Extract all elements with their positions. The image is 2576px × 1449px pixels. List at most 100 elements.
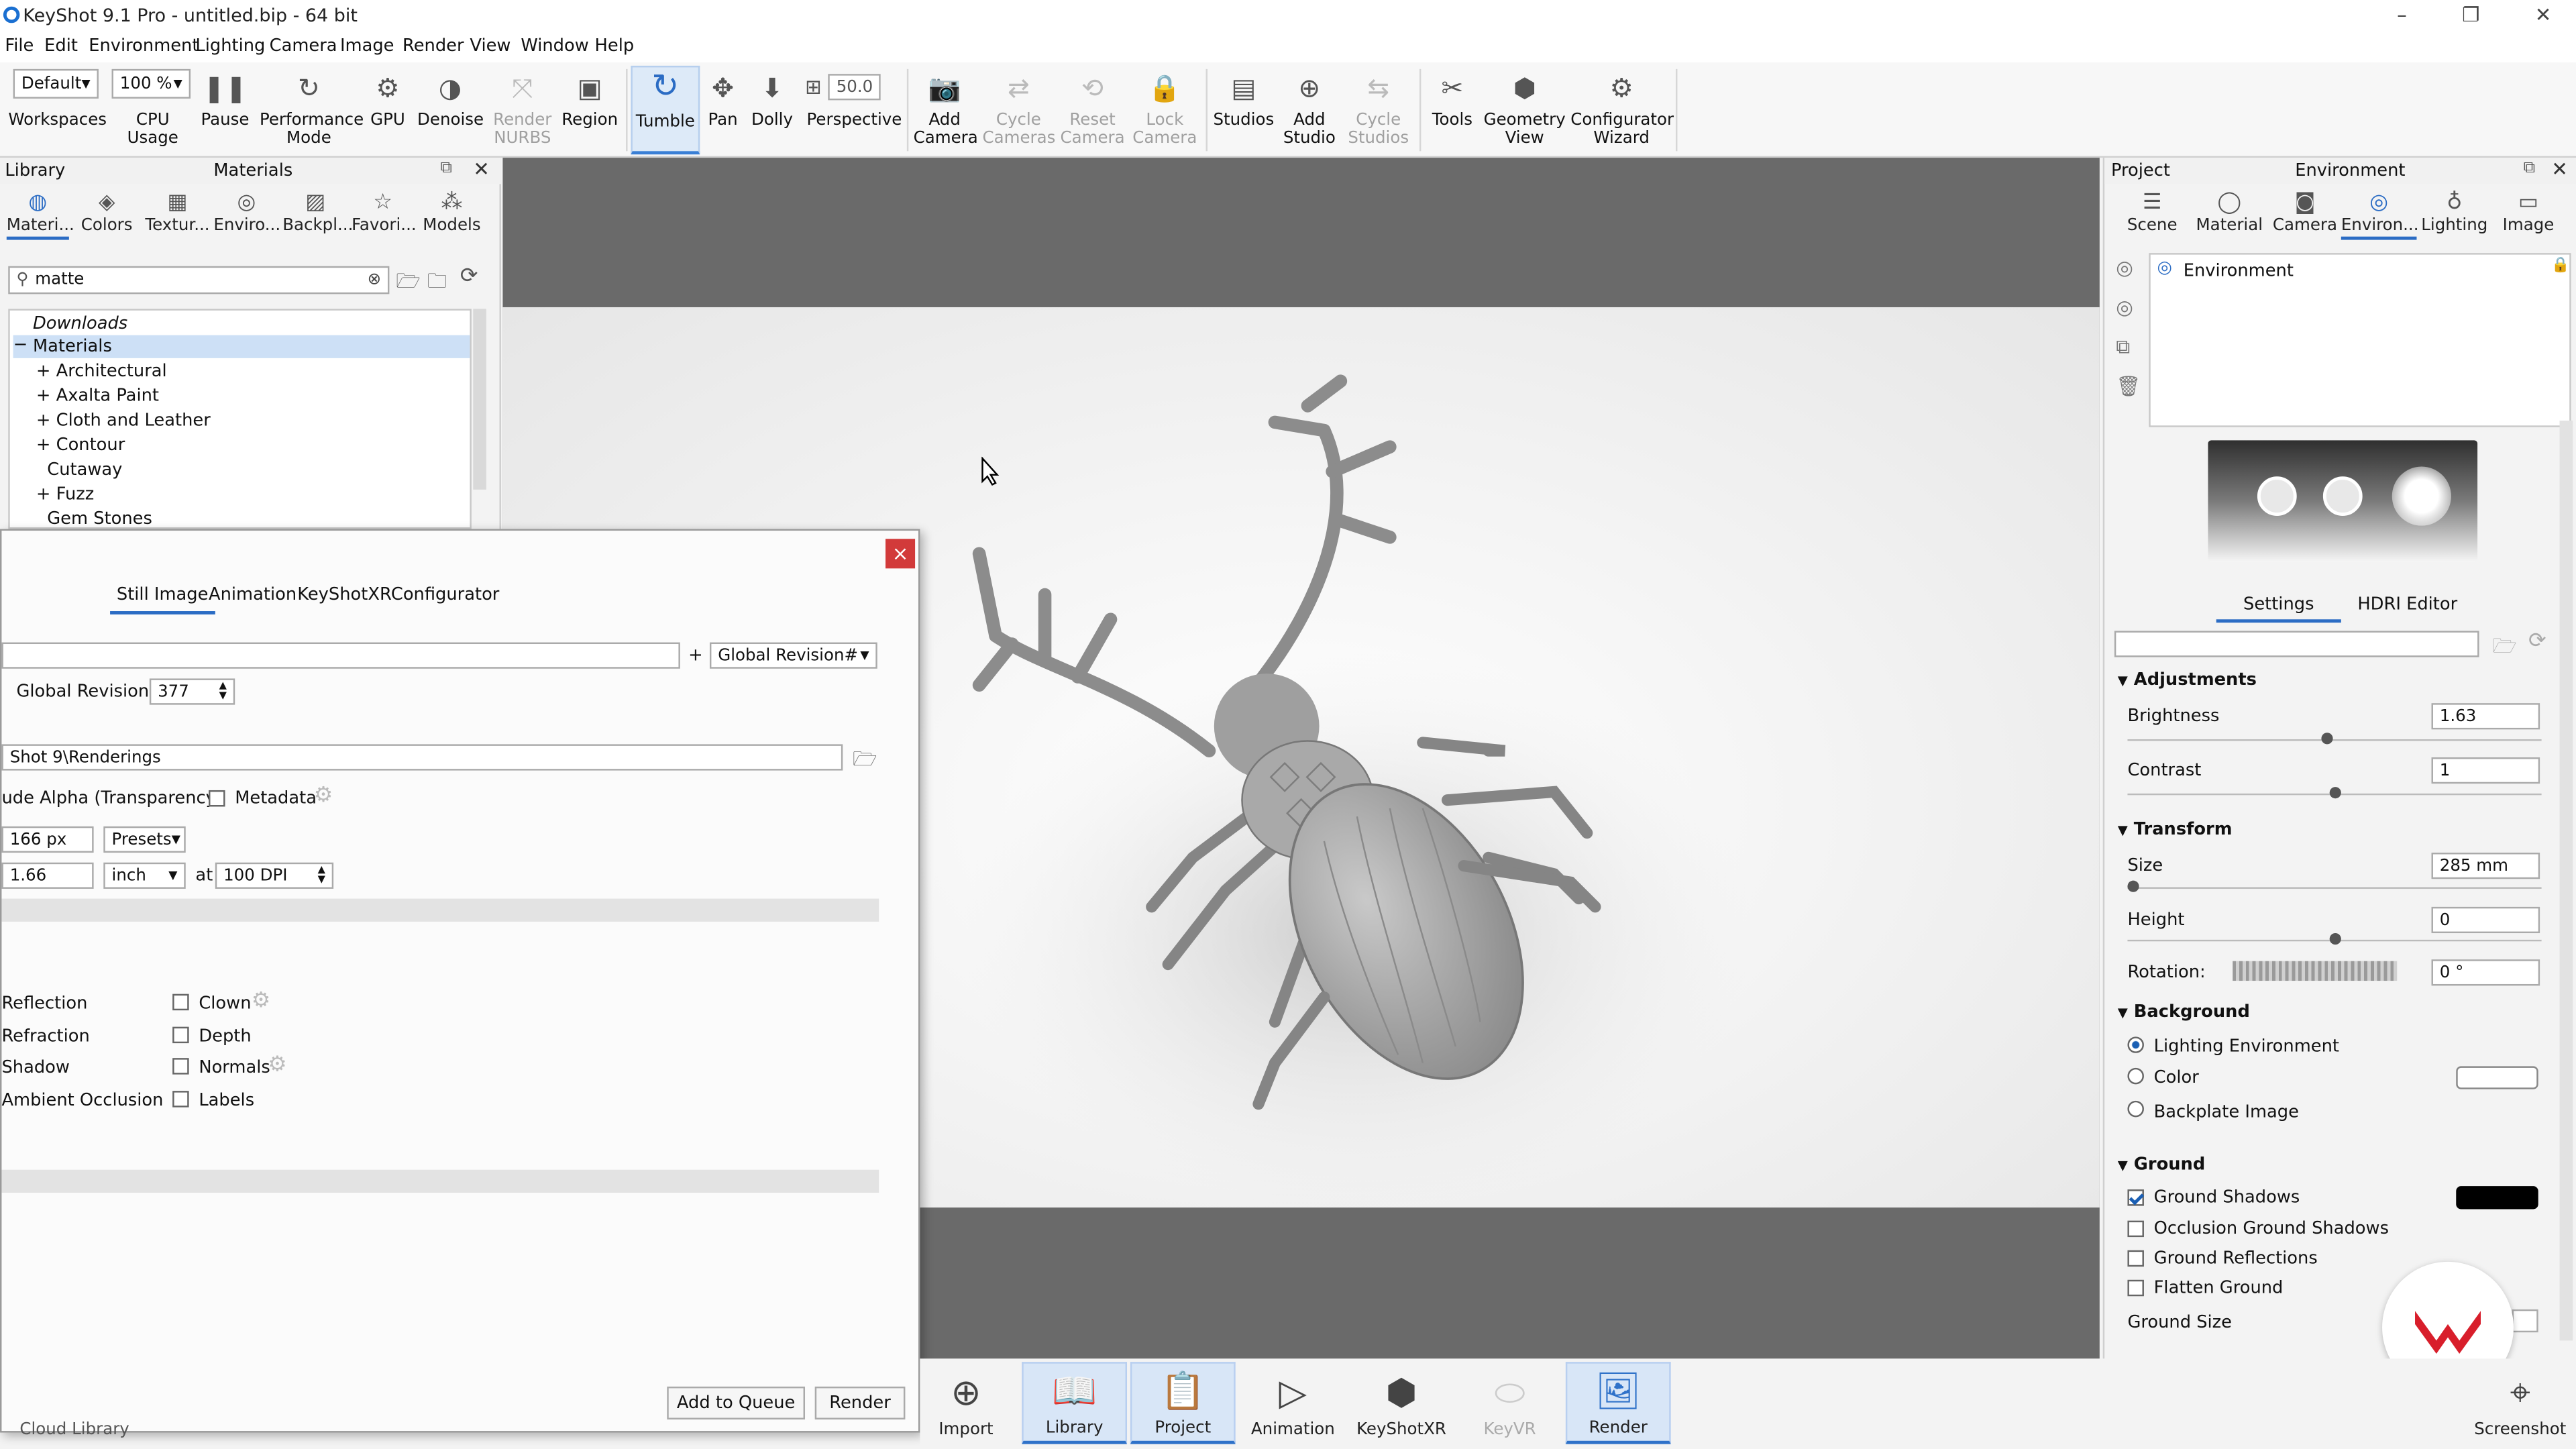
menu-view[interactable]: View: [470, 36, 511, 56]
background-color-swatch[interactable]: [2456, 1066, 2538, 1089]
height-input[interactable]: 0: [2431, 906, 2540, 934]
menu-help[interactable]: Help: [595, 36, 635, 56]
ground-shadows-checkbox[interactable]: [2127, 1189, 2144, 1206]
tab-favorites[interactable]: ☆ Favori...: [352, 191, 417, 239]
workspace-dropdown[interactable]: Default ▼: [13, 68, 99, 99]
tree-item-architectural[interactable]: + Architectural: [36, 362, 167, 381]
render-nurbs-button[interactable]: ⤧ Render NURBS: [490, 69, 555, 148]
height-slider-knob[interactable]: [2328, 933, 2341, 945]
tree-item-cutaway[interactable]: Cutaway: [36, 460, 122, 480]
menu-lighting[interactable]: Lighting: [195, 36, 265, 56]
size-slider-track[interactable]: [2127, 887, 2542, 889]
tree-item-fuzz[interactable]: + Fuzz: [36, 484, 94, 504]
global-revision-stepper[interactable]: 377 ▲ ▼: [149, 678, 235, 705]
transform-header[interactable]: ▼ Transform: [2118, 820, 2233, 839]
denoise-button[interactable]: ◑ Denoise: [417, 69, 484, 129]
hdri-file-input[interactable]: [2114, 631, 2479, 657]
pan-button[interactable]: ✥ Pan: [703, 69, 743, 129]
pause-button[interactable]: ❚❚ Pause: [201, 69, 250, 129]
tree-item-cloth-leather[interactable]: + Cloth and Leather: [36, 411, 211, 430]
menu-image[interactable]: Image: [340, 36, 394, 56]
presets-dropdown[interactable]: Presets ▼: [103, 826, 186, 853]
tab-still-image[interactable]: Still Image: [110, 585, 215, 614]
project-button[interactable]: 📋 Project: [1130, 1362, 1236, 1444]
cycle-studios-button[interactable]: ⇆ Cycle Studios: [1344, 69, 1413, 148]
screenshot-button[interactable]: ⌖ Screenshot: [2467, 1365, 2573, 1439]
normals-gear-icon[interactable]: ⚙: [268, 1053, 287, 1078]
occlusion-ground-shadows-checkbox[interactable]: [2127, 1220, 2144, 1238]
folder-add-icon[interactable]: 🗀: [427, 266, 447, 301]
tab-environments[interactable]: ◎ Enviro...: [213, 191, 280, 239]
refresh-icon[interactable]: ⟳: [2528, 629, 2546, 654]
metadata-checkbox[interactable]: [209, 790, 225, 807]
unit-dropdown[interactable]: inch ▼: [103, 862, 186, 889]
dpi-stepper[interactable]: 100 DPI ▲ ▼: [215, 862, 334, 889]
copy-environment-icon[interactable]: ⧉: [2116, 335, 2130, 360]
backplate-image-radio[interactable]: [2127, 1100, 2144, 1118]
tree-item-contour[interactable]: + Contour: [36, 435, 125, 455]
duplicate-environment-icon[interactable]: ◎: [2116, 296, 2133, 319]
tab-camera[interactable]: ◙ Camera: [2269, 191, 2341, 239]
tree-scrollbar[interactable]: [473, 309, 486, 490]
restore-icon[interactable]: ❐: [2455, 3, 2487, 26]
labels-checkbox[interactable]: [172, 1091, 189, 1108]
revision-dropdown[interactable]: Global Revision# ▼: [709, 642, 877, 669]
add-to-queue-button[interactable]: Add to Queue: [667, 1386, 806, 1419]
tab-settings[interactable]: Settings: [2216, 595, 2341, 623]
fov-input[interactable]: 50.0: [828, 74, 881, 101]
add-studio-button[interactable]: ⊕ Add Studio: [1278, 69, 1340, 148]
brightness-input[interactable]: 1.63: [2431, 703, 2540, 730]
render-button[interactable]: Render: [814, 1386, 906, 1419]
print-size-input[interactable]: 1.66: [1, 862, 94, 889]
background-header[interactable]: ▼ Background: [2118, 1002, 2250, 1022]
import-button[interactable]: ⊕ Import: [914, 1365, 1019, 1439]
menu-environment[interactable]: Environment: [89, 36, 199, 56]
tree-item-downloads[interactable]: Downloads: [33, 314, 127, 333]
tab-environment[interactable]: ◎ Environ...: [2341, 191, 2419, 240]
size-slider-knob[interactable]: [2127, 880, 2139, 892]
dolly-button[interactable]: ⬇ Dolly: [749, 69, 796, 129]
lighting-environment-radio[interactable]: [2127, 1036, 2144, 1053]
clear-search-icon[interactable]: ⊗: [368, 271, 382, 289]
animation-button[interactable]: ▷ Animation: [1240, 1365, 1346, 1439]
render-ribbon-button[interactable]: 🖼 Render: [1565, 1362, 1671, 1444]
environment-list-item[interactable]: Environment: [2184, 261, 2294, 280]
adjustments-header[interactable]: ▼ Adjustments: [2118, 670, 2257, 690]
gpu-button[interactable]: ⚙ GPU: [365, 69, 411, 129]
cloud-library-label[interactable]: Cloud Library: [19, 1421, 129, 1439]
normals-checkbox[interactable]: [172, 1058, 189, 1075]
brightness-slider-track[interactable]: [2127, 739, 2542, 741]
flatten-ground-checkbox[interactable]: [2127, 1279, 2144, 1297]
cycle-cameras-button[interactable]: ⇄ Cycle Cameras: [983, 69, 1056, 148]
tab-lighting[interactable]: ♁ Lighting: [2420, 191, 2489, 239]
contrast-input[interactable]: 1: [2431, 757, 2540, 784]
browse-folder-icon[interactable]: 🗁: [853, 744, 877, 778]
close-window-icon[interactable]: ✕: [2527, 3, 2560, 26]
tab-colors[interactable]: ◈ Colors: [76, 191, 138, 239]
depth-checkbox[interactable]: [172, 1026, 189, 1044]
undock-icon[interactable]: ⧉: [2524, 160, 2535, 178]
close-panel-icon[interactable]: ✕: [2551, 158, 2568, 180]
size-input[interactable]: 285 mm: [2431, 853, 2540, 879]
ground-shadow-color-swatch[interactable]: [2456, 1186, 2538, 1210]
tree-item-axalta-paint[interactable]: + Axalta Paint: [36, 386, 159, 406]
ground-header[interactable]: ▼ Ground: [2118, 1155, 2206, 1175]
tab-hdri-editor[interactable]: HDRI Editor: [2357, 595, 2457, 614]
tab-materials[interactable]: ◍ Materi...: [6, 191, 74, 240]
tab-material[interactable]: ◯ Material: [2193, 191, 2265, 239]
tree-item-gem-stones[interactable]: Gem Stones: [36, 509, 152, 529]
tab-models[interactable]: ⁂ Models: [421, 191, 483, 239]
rotation-input[interactable]: 0 °: [2431, 959, 2540, 986]
color-radio[interactable]: [2127, 1067, 2144, 1085]
dialog-close-button[interactable]: ×: [885, 539, 916, 569]
menu-render[interactable]: Render: [402, 36, 464, 56]
folder-icon[interactable]: 🗁: [2492, 631, 2516, 665]
delete-icon[interactable]: 🗑: [2116, 374, 2141, 397]
studios-button[interactable]: ▤ Studios: [1212, 69, 1275, 129]
tab-keyshotxr[interactable]: KeyShotXR: [297, 585, 392, 604]
tab-textures[interactable]: ▦ Textur...: [145, 191, 211, 239]
cpu-usage-dropdown[interactable]: 100 % ▼: [111, 68, 191, 99]
hdri-preview[interactable]: [2208, 440, 2478, 562]
menu-window[interactable]: Window: [521, 36, 588, 56]
folder-path-input[interactable]: Shot 9\Renderings: [1, 744, 843, 771]
